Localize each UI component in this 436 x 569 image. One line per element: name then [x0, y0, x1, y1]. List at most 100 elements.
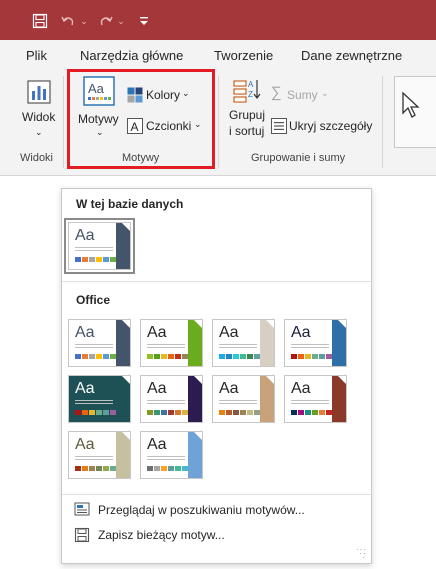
group-sort-label-line1: Grupuj: [229, 108, 266, 122]
theme-color-swatch: [240, 410, 246, 415]
theme-text-line: [291, 347, 329, 348]
theme-color-swatch: [89, 257, 95, 262]
theme-color-swatch: [103, 257, 109, 262]
theme-color-swatch: [305, 410, 311, 415]
theme-color-swatch: [226, 410, 232, 415]
theme-color-swatch: [75, 410, 81, 415]
theme-sample-text: Aa: [291, 324, 311, 341]
theme-color-swatch: [161, 354, 167, 359]
redo-icon[interactable]: [98, 11, 114, 31]
theme-text-line: [291, 400, 329, 401]
theme-thumbnail-wisp[interactable]: Aa: [68, 431, 131, 479]
theme-sample-text: Aa: [219, 380, 239, 397]
browse-themes-icon: [74, 502, 90, 518]
theme-text-line: [219, 347, 257, 348]
ribbon: Widok ⌄ Widoki Aa Motywy ⌄ Kolory ⌄ A Cz…: [0, 70, 436, 176]
theme-color-swatch: [103, 354, 109, 359]
theme-thumbnail-integral[interactable]: Aa: [212, 319, 275, 367]
group-separator: [218, 76, 219, 168]
theme-color-swatch: [254, 410, 260, 415]
resize-grip-icon[interactable]: ··· ·· ·: [356, 546, 367, 562]
theme-text-line: [291, 403, 329, 404]
totals-dropdown-icon: ⌄: [321, 88, 329, 98]
browse-themes-label: Przeglądaj w poszukiwaniu motywów...: [98, 503, 305, 517]
theme-color-swatch: [182, 410, 188, 415]
theme-text-line: [75, 347, 113, 348]
save-theme-label: Zapisz bieżący motyw...: [98, 528, 225, 542]
undo-dropdown-icon[interactable]: ⌄: [79, 11, 89, 31]
theme-text-line: [147, 459, 185, 460]
theme-thumbnail-retrospect[interactable]: Aa: [212, 375, 275, 423]
theme-color-swatch: [89, 466, 95, 471]
theme-thumbnail-view[interactable]: Aa: [140, 431, 203, 479]
save-icon[interactable]: [30, 11, 50, 31]
ribbon-tabs: Plik Narzędzia główne Tworzenie Dane zew…: [0, 40, 436, 70]
theme-thumbnail-office[interactable]: Aa: [68, 319, 131, 367]
view-button-label: Widok: [22, 110, 56, 124]
theme-color-swatch: [75, 466, 81, 471]
theme-sample-text: Aa: [147, 324, 167, 341]
tab-tworzenie[interactable]: Tworzenie: [214, 48, 273, 63]
theme-color-swatch: [175, 410, 181, 415]
hide-details-icon: [271, 118, 287, 137]
customize-toolbar-icon[interactable]: [138, 11, 150, 31]
tab-dane-zewnetrzne[interactable]: Dane zewnętrzne: [301, 48, 402, 63]
theme-color-swatch: [226, 354, 232, 359]
theme-color-swatch: [75, 257, 81, 262]
theme-color-swatch: [319, 354, 325, 359]
theme-text-line: [75, 400, 113, 401]
redo-dropdown-icon[interactable]: ⌄: [116, 11, 126, 31]
theme-thumbnail-organic[interactable]: Aa: [140, 375, 203, 423]
page-fold-icon: [194, 432, 202, 440]
theme-color-swatch: [82, 466, 88, 471]
theme-color-swatch: [89, 354, 95, 359]
view-dropdown-icon: ⌄: [35, 127, 43, 137]
theme-color-swatch: [175, 354, 181, 359]
theme-thumbnail-facet[interactable]: Aa: [140, 319, 203, 367]
theme-color-swatch: [147, 466, 153, 471]
theme-color-swatch: [233, 410, 239, 415]
theme-text-line: [219, 344, 257, 345]
section-header-database: W tej bazie danych: [62, 194, 371, 216]
theme-color-swatch: [110, 466, 116, 471]
view-icon: [27, 80, 51, 107]
theme-color-swatch: [312, 354, 318, 359]
theme-text-line: [75, 403, 113, 404]
theme-sample-text: Aa: [75, 436, 95, 453]
theme-color-swatch: [219, 354, 225, 359]
theme-thumbnail-ion-boardroom[interactable]: Aa: [284, 319, 347, 367]
theme-text-line: [219, 403, 257, 404]
tab-plik[interactable]: Plik: [26, 48, 47, 63]
theme-color-swatch: [254, 354, 260, 359]
theme-color-swatch: [161, 466, 167, 471]
theme-color-swatch: [154, 410, 160, 415]
tab-narzedzia-glowne[interactable]: Narzędzia główne: [80, 48, 183, 63]
theme-color-swatch: [103, 410, 109, 415]
theme-color-swatch: [110, 354, 116, 359]
svg-text:Z: Z: [248, 90, 253, 99]
undo-icon[interactable]: [60, 11, 76, 31]
group-sort-label-line2: i sortuj: [229, 124, 265, 138]
theme-sample-text: Aa: [291, 380, 311, 397]
theme-sample-text: Aa: [75, 324, 95, 341]
app-window: ⌄ ⌄ Plik Narzędzia główne Tworzenie Dane…: [0, 0, 436, 569]
theme-thumbnail-ion[interactable]: Aa: [68, 375, 131, 423]
save-theme-menu-item[interactable]: Zapisz bieżący motyw...: [74, 524, 225, 546]
theme-thumbnail-current[interactable]: Aa: [64, 218, 135, 274]
page-fold-icon: [194, 320, 202, 328]
theme-color-swatch: [96, 354, 102, 359]
theme-color-swatch: [298, 410, 304, 415]
cursor-arrow-icon: [401, 91, 423, 122]
theme-text-line: [75, 344, 113, 345]
theme-color-swatch: [298, 354, 304, 359]
theme-sample-text: Aa: [147, 380, 167, 397]
theme-color-swatch: [291, 410, 297, 415]
group-sort-icon: AZ: [233, 77, 261, 106]
browse-themes-menu-item[interactable]: Przeglądaj w poszukiwaniu motywów...: [74, 499, 305, 521]
select-control-button[interactable]: [394, 76, 436, 148]
theme-text-line: [147, 347, 185, 348]
theme-color-swatch: [168, 466, 174, 471]
theme-text-line: [291, 344, 329, 345]
theme-thumbnail-slice[interactable]: Aa: [284, 375, 347, 423]
hide-details-label: Ukryj szczegóły: [289, 119, 373, 133]
